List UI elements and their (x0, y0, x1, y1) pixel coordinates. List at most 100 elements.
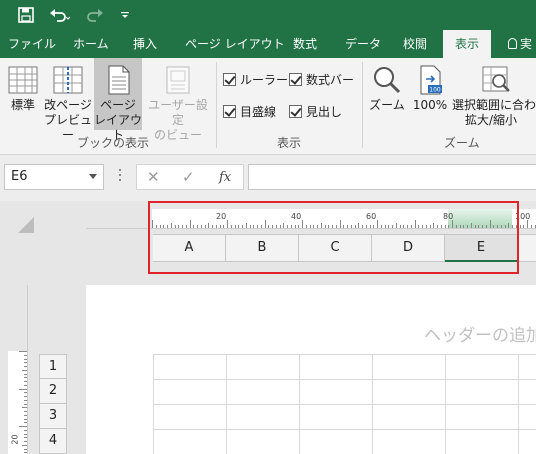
ruler-tick (24, 441, 27, 442)
ruler-tick (527, 220, 528, 228)
ruler-tick (24, 418, 27, 420)
row-header[interactable]: 3 (39, 404, 67, 429)
formula-input[interactable] (248, 164, 536, 190)
ruler-tick (19, 426, 27, 427)
add-header-hint[interactable]: ヘッダーの追加 (424, 321, 536, 346)
gridline (153, 354, 536, 355)
excel-window: ファイル ホーム 挿入 ページ レイアウト 数式 データ 校閲 表示 実 標準 … (0, 0, 536, 454)
ruler-tick (24, 358, 27, 360)
zoom-to-selection-button[interactable]: 選択範囲に合わせて 拡大/縮小 (452, 58, 536, 130)
custom-views-label-2: のビュー (153, 128, 202, 142)
tab-formulas[interactable]: 数式 (293, 30, 317, 58)
custom-views-label-1: ユーザー設定 (148, 98, 208, 127)
ruler-tick (24, 373, 27, 375)
tab-review[interactable]: 校閲 (403, 30, 427, 58)
ruler-tick (24, 377, 27, 379)
checkbox-checked-icon (223, 73, 236, 86)
tell-me[interactable]: 実 (508, 30, 532, 58)
checkbox-checked-icon (289, 73, 302, 86)
save-icon[interactable] (14, 0, 38, 30)
ruler-tick (24, 396, 27, 397)
tab-view[interactable]: 表示 (443, 30, 492, 58)
normal-view-icon (7, 64, 39, 96)
ruler-tick (24, 437, 27, 439)
formula-bar-checkbox[interactable]: 数式バー (289, 71, 354, 88)
page-layout-view-button[interactable]: ページ レイアウト (94, 58, 142, 142)
gridlines-label: 目盛線 (240, 105, 277, 119)
row-header[interactable]: 1 (39, 354, 67, 379)
page-break-preview-label-1: 改ページ (44, 98, 92, 112)
cancel-icon[interactable]: ✕ (147, 168, 160, 186)
checkbox-checked-icon (289, 105, 302, 118)
ruler-margin (8, 285, 27, 351)
ruler-tick (24, 422, 27, 424)
ruler-tick (22, 444, 27, 446)
ruler-label: 20 (10, 434, 20, 445)
tab-file[interactable]: ファイル (8, 30, 56, 58)
ruler-tick (22, 369, 27, 371)
tab-page-layout[interactable]: ページ レイアウト (185, 30, 285, 58)
ruler-tick (24, 403, 27, 405)
ruler-label: ルーラー (240, 73, 289, 87)
ruler-tick (24, 381, 27, 382)
zoom-100-icon: 100 (414, 64, 446, 96)
name-box-value: E6 (11, 169, 28, 184)
row-header[interactable]: 4 (39, 429, 67, 454)
ruler-tick (24, 429, 27, 431)
gridline (153, 379, 536, 380)
headings-label: 見出し (306, 105, 343, 119)
highlight-box (148, 201, 519, 274)
redo-icon[interactable] (82, 0, 110, 30)
ruler-tick (19, 351, 27, 352)
ruler-tick (24, 366, 27, 367)
zoom-100-label: 100% (412, 98, 448, 112)
ruler-tick (19, 388, 27, 390)
insert-function-icon[interactable]: fx (219, 170, 231, 185)
tell-me-label: 実 (520, 37, 533, 51)
views-group-label: ブックの表示 (77, 136, 150, 150)
ruler-tick (24, 392, 27, 394)
tab-data[interactable]: データ (345, 30, 381, 58)
select-all-corner[interactable] (18, 217, 34, 233)
headings-checkbox[interactable]: 見出し (289, 103, 342, 120)
ruler-tick (24, 411, 27, 412)
ribbon-view: 標準 改ページ プレビュー ページ レイアウト ユーザー設定 のビュー ブックの… (0, 58, 536, 155)
ruler-tick (24, 362, 27, 364)
ruler-tick (24, 452, 27, 454)
chevron-down-icon[interactable] (89, 174, 97, 179)
ruler-tick (24, 354, 27, 356)
custom-views-icon (162, 64, 194, 96)
name-box[interactable]: E6 (4, 164, 104, 190)
cell-grid[interactable] (153, 354, 536, 454)
gridlines-checkbox[interactable]: 目盛線 (223, 103, 276, 120)
ruler-margin (86, 209, 152, 228)
tab-home[interactable]: ホーム (73, 30, 109, 58)
ribbon-tabs: ファイル ホーム 挿入 ページ レイアウト 数式 データ 校閲 表示 実 (0, 30, 536, 58)
tab-insert[interactable]: 挿入 (133, 30, 157, 58)
ruler-checkbox[interactable]: ルーラー (223, 71, 288, 88)
more-options-icon[interactable] (119, 169, 122, 183)
gridline (153, 404, 536, 405)
zoom-to-selection-label-1: 選択範囲に合わせて (452, 98, 536, 112)
zoom-button[interactable]: ズーム (367, 58, 407, 130)
checkbox-checked-icon (223, 105, 236, 118)
page-break-preview-button[interactable]: 改ページ プレビュー (43, 58, 93, 142)
ruler-tick (523, 225, 525, 228)
enter-icon[interactable]: ✓ (182, 168, 195, 186)
formula-bar-label: 数式バー (306, 73, 355, 87)
customize-quick-access-icon[interactable] (118, 0, 132, 30)
gridline (153, 429, 536, 430)
page-layout-view-label-1: ページ (100, 98, 136, 112)
custom-views-button[interactable]: ユーザー設定 のビュー (143, 58, 213, 142)
ruler-tick (24, 399, 27, 401)
zoom-group-label: ズーム (444, 136, 480, 150)
undo-icon[interactable] (46, 0, 74, 30)
zoom-label: ズーム (369, 98, 405, 112)
ruler-tick (534, 225, 536, 228)
ruler-tick (24, 414, 27, 416)
normal-view-button[interactable]: 標準 (4, 58, 42, 130)
title-bar (0, 0, 536, 30)
svg-text:100: 100 (429, 87, 441, 94)
row-header[interactable]: 2 (39, 379, 67, 404)
vertical-ruler: 20 (8, 285, 28, 454)
